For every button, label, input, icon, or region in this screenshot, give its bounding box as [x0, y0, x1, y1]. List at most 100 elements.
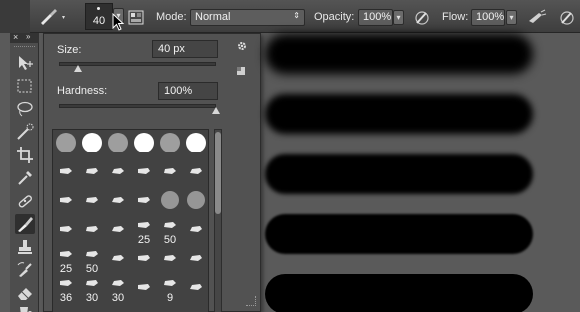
brush-tip-icon	[112, 255, 124, 261]
tools-panel-header: × »	[10, 32, 39, 43]
opacity-field[interactable]: 100%	[358, 9, 393, 26]
brush-tip-icon	[190, 168, 202, 174]
preset-scrollbar[interactable]	[214, 129, 222, 312]
opacity-slider-toggle[interactable]: ▾	[393, 10, 404, 25]
brush-preset-cell[interactable]	[53, 190, 79, 217]
brush-tool[interactable]	[15, 214, 35, 234]
mode-select[interactable]: Normal ⇕	[190, 9, 305, 26]
brush-preset-cell[interactable]	[79, 190, 105, 217]
brush-preset-size: 50	[85, 263, 99, 275]
brush-panel-toggle[interactable]	[128, 9, 145, 26]
flow-slider-toggle[interactable]: ▾	[506, 10, 517, 25]
brush-preset-cell[interactable]	[105, 248, 131, 275]
brush-preset-cell[interactable]: 30	[105, 277, 131, 304]
hardness-slider-track[interactable]	[59, 104, 216, 108]
gear-icon[interactable]	[236, 40, 248, 52]
tool-preset-picker[interactable]	[38, 8, 68, 26]
pressure-size-button[interactable]	[558, 9, 575, 26]
brush-preset-cell[interactable]	[53, 161, 79, 188]
brush-tip-icon	[56, 133, 76, 153]
brush-tip-icon	[112, 197, 124, 203]
resize-grip[interactable]	[246, 296, 256, 306]
brush-stroke-medium-soft	[265, 94, 533, 134]
brush-preset-cell[interactable]	[183, 132, 208, 159]
new-preset-icon[interactable]	[236, 66, 246, 76]
size-slider-knob[interactable]	[73, 65, 82, 72]
brush-preset-cell[interactable]	[105, 190, 131, 217]
brush-tip-icon	[138, 284, 150, 290]
brush-size-preview[interactable]: 40	[85, 3, 113, 30]
quick-select-icon	[17, 123, 34, 140]
collapse-icon[interactable]: »	[26, 32, 30, 41]
brush-preset-cell[interactable]: 30	[79, 277, 105, 304]
move-icon	[19, 56, 33, 70]
paint-bucket-icon	[20, 307, 32, 312]
brush-preset-cell[interactable]	[131, 161, 157, 188]
brush-preset-size: 25	[59, 263, 73, 275]
brush-preset-cell[interactable]: 50	[157, 219, 183, 246]
flow-field[interactable]: 100%	[471, 9, 505, 26]
tools-panel: × »	[10, 32, 39, 312]
brush-tip-icon	[138, 168, 150, 174]
paint-bucket-tool[interactable]	[15, 303, 35, 312]
brush-preset-cell[interactable]	[157, 248, 183, 275]
brush-preset-cell[interactable]	[131, 248, 157, 275]
brush-preset-cell[interactable]	[131, 277, 157, 304]
airbrush-button[interactable]	[527, 9, 547, 26]
brush-tip-icon	[82, 133, 102, 153]
brush-preset-cell[interactable]: 25	[131, 219, 157, 246]
preset-scrollbar-thumb[interactable]	[215, 132, 221, 214]
brush-preset-cell[interactable]	[183, 277, 208, 304]
brush-stroke-medium-hard	[265, 214, 533, 254]
lasso-tool[interactable]	[15, 99, 35, 119]
brush-preset-cell[interactable]	[183, 161, 208, 188]
marquee-tool[interactable]	[15, 76, 35, 96]
tools-grip	[14, 46, 35, 48]
history-brush-icon	[17, 262, 32, 277]
crop-tool[interactable]	[15, 145, 35, 165]
eraser-icon	[18, 288, 32, 300]
brush-preset-cell[interactable]	[79, 132, 105, 159]
brush-preset-cell[interactable]: 36	[53, 277, 79, 304]
brush-tip-icon	[60, 168, 72, 174]
pressure-opacity-button[interactable]	[413, 9, 430, 26]
brush-preset-cell[interactable]	[183, 248, 208, 275]
brush-preset-size: 9	[166, 292, 174, 304]
brush-tip-icon	[86, 168, 98, 174]
brush-preset-cell[interactable]	[105, 161, 131, 188]
brush-preset-cell[interactable]	[131, 132, 157, 159]
brush-preset-cell[interactable]	[79, 161, 105, 188]
hardness-slider-knob[interactable]	[212, 107, 220, 114]
size-slider-track[interactable]	[59, 62, 216, 66]
brush-preset-cell[interactable]	[53, 132, 79, 159]
brush-preset-cell[interactable]: 25	[53, 248, 79, 275]
brush-preset-cell[interactable]: 9	[157, 277, 183, 304]
brush-stroke-soft	[265, 34, 533, 74]
healing-tool[interactable]	[15, 191, 35, 211]
move-tool[interactable]	[15, 53, 35, 73]
brush-preset-size: 50	[163, 234, 177, 246]
brush-preset-cell[interactable]: 50	[79, 248, 105, 275]
size-label: Size:	[57, 44, 82, 56]
brush-preset-cell[interactable]	[105, 219, 131, 246]
brush-preset-cell[interactable]	[131, 190, 157, 217]
options-bar: 40 ▾ Mode: Normal ⇕ Opacity: 100% ▾ Flow…	[0, 0, 580, 33]
brush-stroke-medium	[265, 154, 533, 194]
brush-preset-cell[interactable]	[53, 219, 79, 246]
brush-preset-cell[interactable]	[157, 132, 183, 159]
brush-preset-cell[interactable]	[183, 219, 208, 246]
brush-preset-cell[interactable]	[183, 190, 208, 217]
eraser-tool[interactable]	[15, 283, 35, 303]
history-brush-tool[interactable]	[15, 260, 35, 280]
clone-stamp-tool[interactable]	[15, 237, 35, 257]
brush-preset-cell[interactable]	[157, 190, 183, 217]
hardness-field[interactable]: 100%	[158, 82, 218, 100]
pen-pressure-icon	[415, 11, 429, 25]
brush-preset-cell[interactable]	[157, 161, 183, 188]
brush-preset-cell[interactable]	[79, 219, 105, 246]
close-icon[interactable]: ×	[13, 32, 18, 42]
brush-preset-cell[interactable]	[105, 132, 131, 159]
size-field[interactable]: 40 px	[152, 40, 218, 58]
eyedropper-tool[interactable]	[15, 168, 35, 188]
quick-select-tool[interactable]	[15, 122, 35, 142]
